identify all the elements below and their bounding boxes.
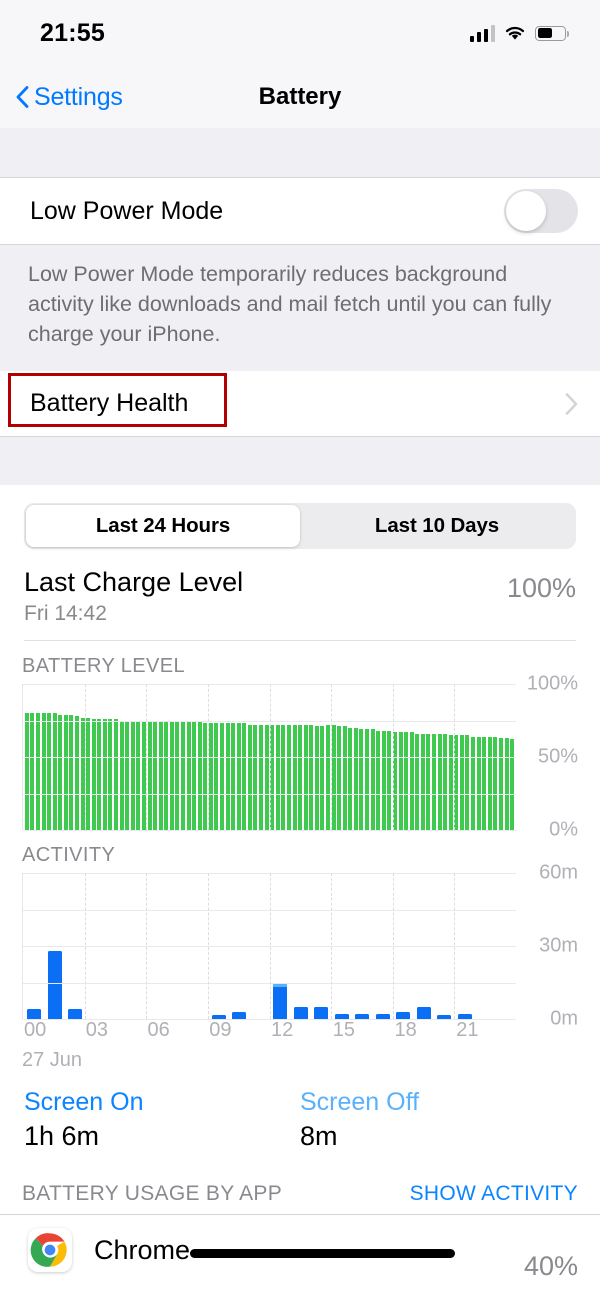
x-axis-tick-label: 12 <box>271 1019 294 1041</box>
back-to-settings-button[interactable]: Settings <box>0 83 123 112</box>
last-charge-subtitle: Fri 14:42 <box>24 602 107 625</box>
screen-time-summary: Screen On 1h 6m Screen Off 8m <box>0 1072 600 1166</box>
battery-level-chart-block: BATTERY LEVEL 100% 50% 0% <box>0 641 600 841</box>
battery-health-row[interactable]: Battery Health <box>0 371 600 437</box>
last-charge-title: Last Charge Level <box>24 567 244 597</box>
section-gap-middle <box>0 437 600 485</box>
battery-level-plot-area <box>22 684 516 831</box>
chrome-icon <box>28 1228 72 1272</box>
battery-level-chart-title: BATTERY LEVEL <box>22 655 186 677</box>
y-axis-tick-label: 50% <box>537 745 578 768</box>
y-axis-tick-label: 60m <box>539 861 578 884</box>
activity-y-axis: 60m 30m 0m <box>518 862 578 1030</box>
last-charge-level-block: Last Charge Level Fri 14:42 100% <box>0 559 600 626</box>
activity-date-label: 27 Jun <box>22 1049 83 1071</box>
grid-vline <box>207 684 210 830</box>
screen-off-label: Screen Off <box>300 1088 420 1116</box>
x-axis-tick-label: 09 <box>209 1019 232 1041</box>
screen-on-value: 1h 6m <box>24 1121 100 1151</box>
activity-plot-area <box>22 873 516 1020</box>
x-axis-tick-label: 21 <box>456 1019 479 1041</box>
screen-on-label: Screen On <box>24 1088 144 1116</box>
redaction-bar <box>190 1248 456 1258</box>
grid-vline <box>269 684 272 830</box>
status-time: 21:55 <box>40 18 105 47</box>
status-bar: 21:55 <box>0 0 600 66</box>
grid-vline <box>146 684 148 830</box>
battery-icon <box>535 25 569 41</box>
time-range-segmented-control[interactable]: Last 24 Hours Last 10 Days <box>24 503 576 549</box>
grid-vline <box>331 873 333 1019</box>
app-name: Chrome <box>94 1234 191 1265</box>
battery-level-y-axis: 100% 50% 0% <box>518 673 578 841</box>
cellular-signal-icon <box>469 25 495 42</box>
navigation-bar: Settings Battery <box>0 66 600 128</box>
low-power-mode-row[interactable]: Low Power Mode <box>0 177 600 245</box>
battery-health-label: Battery Health <box>30 389 189 417</box>
screen-off-value: 8m <box>300 1121 338 1151</box>
show-activity-button[interactable]: SHOW ACTIVITY <box>410 1182 578 1206</box>
x-axis-tick-label: 15 <box>332 1019 355 1041</box>
low-power-mode-label: Low Power Mode <box>30 196 224 225</box>
grid-vline <box>207 873 210 1019</box>
battery-level-chart: 100% 50% 0% <box>22 673 578 841</box>
status-icon-group <box>469 25 569 42</box>
battery-usage-header: BATTERY USAGE BY APP SHOW ACTIVITY <box>0 1166 600 1215</box>
gridline <box>23 830 516 831</box>
app-battery-percent: 40% <box>523 1251 578 1281</box>
grid-vline <box>392 873 395 1019</box>
grid-vline <box>146 873 148 1019</box>
back-label: Settings <box>34 82 123 111</box>
chevron-left-icon <box>16 86 29 108</box>
segment-last-24-hours[interactable]: Last 24 Hours <box>26 505 300 547</box>
activity-chart: 60m 30m 0m <box>22 862 578 1030</box>
screen-off-block: Screen Off 8m <box>300 1088 576 1152</box>
y-axis-tick-label: 100% <box>526 672 578 695</box>
toggle-knob <box>506 191 546 231</box>
segment-last-10-days[interactable]: Last 10 Days <box>300 505 574 547</box>
last-charge-value: 100% <box>506 573 576 603</box>
chevron-right-icon <box>565 392 578 415</box>
activity-chart-block: ACTIVITY 60m 30m 0m 00 03 06 09 12 15 18 21 27 Ju… <box>0 830 600 1072</box>
x-axis-tick-label: 03 <box>85 1019 108 1041</box>
x-axis-tick-label: 06 <box>147 1019 170 1041</box>
activity-chart-title: ACTIVITY <box>22 844 116 866</box>
y-axis-tick-label: 0% <box>549 818 578 841</box>
x-axis-tick-label: 18 <box>394 1019 417 1041</box>
y-axis-tick-label: 30m <box>539 934 578 957</box>
grid-vline <box>454 873 456 1019</box>
battery-usage-title: BATTERY USAGE BY APP <box>22 1182 283 1205</box>
activity-x-axis: 00 03 06 09 12 15 18 21 <box>22 1019 578 1047</box>
grid-vline <box>84 873 87 1019</box>
low-power-mode-toggle[interactable] <box>504 189 578 233</box>
x-axis-tick-label: 00 <box>24 1019 47 1041</box>
grid-vline <box>392 684 395 830</box>
section-gap-top <box>0 128 600 177</box>
screen-on-block: Screen On 1h 6m <box>24 1088 300 1152</box>
time-range-segmented-wrap: Last 24 Hours Last 10 Days <box>0 485 600 559</box>
grid-vline <box>84 684 87 830</box>
grid-vline <box>269 873 272 1019</box>
grid-vline <box>454 684 456 830</box>
app-usage-row[interactable]: Chrome 40% <box>0 1215 600 1281</box>
low-power-mode-footnote: Low Power Mode temporarily reduces backg… <box>0 245 600 371</box>
wifi-icon <box>505 26 525 40</box>
last-charge-text: Last Charge Level Fri 14:42 <box>24 565 243 626</box>
grid-vline <box>331 684 333 830</box>
